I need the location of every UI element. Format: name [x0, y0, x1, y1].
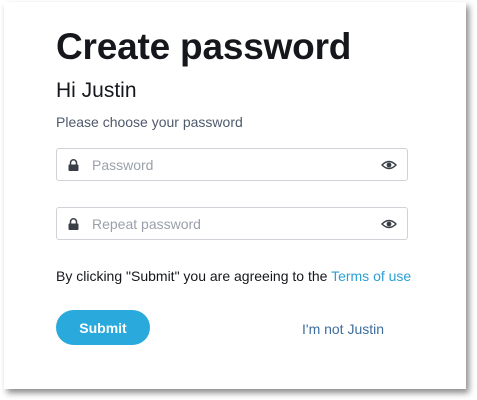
eye-icon[interactable] [381, 217, 397, 231]
terms-agreement: By clicking "Submit" you are agreeing to… [56, 268, 411, 284]
password-field [56, 148, 408, 181]
page-title: Create password [56, 26, 352, 67]
lock-icon [68, 218, 79, 230]
greeting-text: Hi Justin [56, 79, 137, 102]
not-user-link[interactable]: I'm not Justin [302, 321, 384, 337]
terms-of-use-link[interactable]: Terms of use [331, 268, 411, 284]
submit-button[interactable]: Submit [56, 310, 150, 345]
repeat-password-field [56, 207, 408, 240]
terms-text: By clicking "Submit" you are agreeing to… [56, 268, 332, 284]
create-password-card: Create password Hi Justin Please choose … [4, 2, 466, 389]
password-input[interactable] [92, 149, 362, 180]
instruction-text: Please choose your password [56, 114, 243, 130]
lock-icon [68, 159, 79, 171]
repeat-password-input[interactable] [92, 208, 362, 239]
eye-icon[interactable] [381, 158, 397, 172]
